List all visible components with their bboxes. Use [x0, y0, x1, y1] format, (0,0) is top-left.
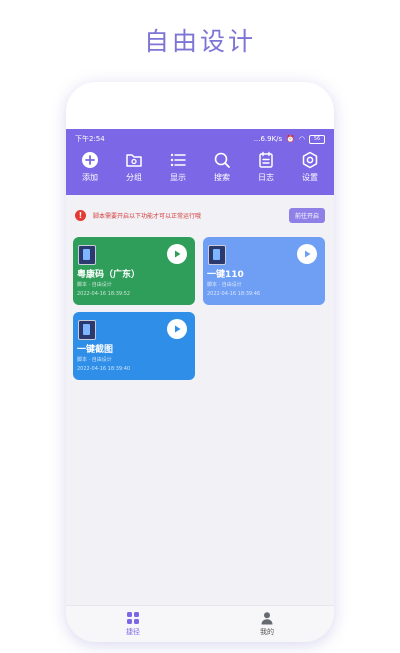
- card-timestamp: 2022-04-16 18:39:46: [207, 291, 261, 297]
- app-header: 下午2:54 ...6.9K/s ⏰ ◠ 56 添加 分组 显示 搜索 日志 设…: [66, 129, 334, 195]
- grid-icon: [127, 612, 139, 624]
- search-icon: [214, 152, 230, 168]
- card-timestamp: 2022-04-16 18:39:40: [77, 366, 131, 372]
- list-icon: [170, 153, 186, 167]
- gear-icon: [302, 151, 318, 169]
- bottom-tab-bar: 捷径 我的: [66, 605, 334, 642]
- script-thumbnail: [78, 245, 96, 265]
- play-button[interactable]: [297, 244, 317, 264]
- person-icon: [261, 612, 273, 625]
- page-headline: 自由设计: [143, 27, 256, 56]
- phone-frame: 下午2:54 ...6.9K/s ⏰ ◠ 56 添加 分组 显示 搜索 日志 设…: [66, 82, 334, 642]
- network-speed: ...6.9K/s: [253, 135, 283, 143]
- status-bar: 下午2:54 ...6.9K/s ⏰ ◠ 56: [75, 132, 325, 146]
- warning-icon: !: [75, 209, 86, 221]
- tab-mine[interactable]: 我的: [200, 606, 334, 642]
- add-icon: [82, 152, 98, 168]
- log-label: 日志: [258, 173, 274, 182]
- search-button[interactable]: 搜索: [202, 151, 242, 191]
- settings-button[interactable]: 设置: [290, 151, 330, 191]
- card-title: 一键110: [207, 270, 244, 280]
- log-icon: [259, 151, 273, 168]
- tab-shortcuts[interactable]: 捷径: [66, 606, 200, 642]
- alarm-icon: ⏰: [286, 135, 295, 143]
- add-button[interactable]: 添加: [70, 151, 110, 191]
- notice-text: 脚本需要开启以下功能才可以正常运行哦: [93, 212, 202, 220]
- toolbar: 添加 分组 显示 搜索 日志 设置: [70, 151, 330, 191]
- folder-icon: [126, 154, 142, 167]
- status-time: 下午2:54: [75, 135, 105, 143]
- card-timestamp: 2022-04-16 18:39:52: [77, 291, 131, 297]
- play-icon: [175, 325, 181, 333]
- enable-button[interactable]: 前往开启: [288, 207, 325, 223]
- card-title: 粤康码（广东）: [77, 270, 141, 280]
- play-button[interactable]: [167, 319, 187, 339]
- shortcut-card-yuekang[interactable]: 粤康码（广东） 脚本 · 自由设计 2022-04-16 18:39:52: [73, 237, 195, 305]
- play-button[interactable]: [167, 244, 187, 264]
- shortcut-card-110[interactable]: 一键110 脚本 · 自由设计 2022-04-16 18:39:46: [203, 237, 325, 305]
- tab-mine-label: 我的: [260, 628, 274, 636]
- group-label: 分组: [126, 173, 142, 182]
- card-subtitle: 脚本 · 自由设计: [207, 282, 242, 288]
- battery-icon: 56: [309, 134, 325, 144]
- play-icon: [175, 250, 181, 258]
- add-label: 添加: [82, 173, 98, 182]
- shortcut-card-screenshot[interactable]: 一键截图 脚本 · 自由设计 2022-04-16 18:39:40: [73, 312, 195, 380]
- wifi-icon: ◠: [298, 135, 305, 143]
- settings-label: 设置: [302, 173, 318, 182]
- log-button[interactable]: 日志: [246, 151, 286, 191]
- card-subtitle: 脚本 · 自由设计: [77, 282, 112, 288]
- permission-notice: ! 脚本需要开启以下功能才可以正常运行哦 前往开启: [75, 207, 325, 223]
- group-button[interactable]: 分组: [114, 151, 154, 191]
- script-thumbnail: [78, 320, 96, 340]
- card-subtitle: 脚本 · 自由设计: [77, 357, 112, 363]
- card-title: 一键截图: [77, 345, 114, 355]
- play-icon: [305, 250, 311, 258]
- display-label: 显示: [170, 173, 186, 182]
- script-thumbnail: [208, 245, 226, 265]
- tab-shortcuts-label: 捷径: [126, 628, 140, 636]
- search-label: 搜索: [214, 173, 230, 182]
- phone-bezel: [66, 82, 334, 129]
- display-button[interactable]: 显示: [158, 151, 198, 191]
